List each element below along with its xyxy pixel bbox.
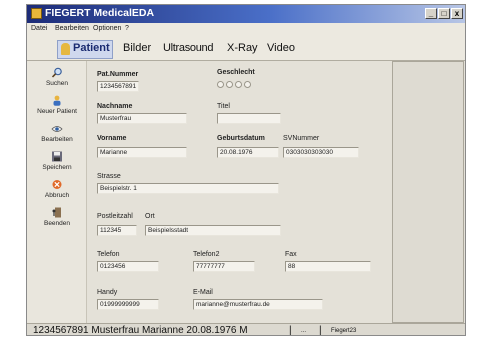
magnifier-icon xyxy=(51,67,62,78)
save-disk-icon xyxy=(52,151,62,162)
vorname-field[interactable]: Marianne xyxy=(97,147,187,158)
sidebar-item-abbruch[interactable]: Abbruch xyxy=(27,179,87,199)
gender-radio-3[interactable] xyxy=(235,81,242,88)
image-preview-panel xyxy=(392,61,464,323)
sidebar-item-bearbeiten[interactable]: Bearbeiten xyxy=(27,123,87,143)
patient-person-icon xyxy=(61,43,70,55)
status-separator-1: | xyxy=(289,325,292,336)
geschlecht-label: Geschlecht xyxy=(217,69,255,76)
sidebar-label-speichern: Speichern xyxy=(42,164,72,171)
strasse-field[interactable]: Beispielstr. 1 xyxy=(97,183,279,194)
gender-radio-4[interactable] xyxy=(244,81,251,88)
menu-datei[interactable]: Datei xyxy=(31,25,47,32)
sidebar-label-bearbeiten: Bearbeiten xyxy=(41,136,73,143)
status-bar: 1234567891 Musterfrau Marianne 20.08.197… xyxy=(27,323,465,336)
sidebar-label-abbruch: Abbruch xyxy=(44,192,70,199)
email-field[interactable]: marianne@musterfrau.de xyxy=(193,299,323,310)
new-patient-icon xyxy=(53,95,61,106)
sidebar-label-neuer-patient: Neuer Patient xyxy=(37,108,77,115)
menu-help[interactable]: ? xyxy=(125,25,129,32)
handy-label: Handy xyxy=(97,289,118,296)
gender-radio-1[interactable] xyxy=(217,81,224,88)
titel-label: Titel xyxy=(217,103,230,110)
menu-bar: Datei Bearbeiten Optionen ? xyxy=(27,23,465,37)
maximize-button[interactable]: □ xyxy=(438,8,450,19)
tab-x-ray[interactable]: X-Ray xyxy=(227,42,258,54)
sidebar-label-suchen: Suchen xyxy=(45,80,69,87)
sidebar-item-neuer-patient[interactable]: Neuer Patient xyxy=(27,95,87,115)
sidebar-label-beenden: Beenden xyxy=(43,220,71,227)
tab-bilder[interactable]: Bilder xyxy=(123,42,151,54)
nachname-label: Nachname xyxy=(97,103,133,110)
vorname-label: Vorname xyxy=(97,135,127,142)
postleitzahl-label: Postleitzahl xyxy=(97,213,133,220)
tab-patient[interactable]: Patient xyxy=(73,42,110,54)
minimize-button[interactable]: _ xyxy=(425,8,437,19)
email-label: E-Mail xyxy=(193,289,213,296)
pat-nummer-label: Pat.Nummer xyxy=(97,71,139,78)
tab-ultrasound[interactable]: Ultrasound xyxy=(163,42,214,54)
status-middle: ... xyxy=(301,328,307,334)
exit-icon xyxy=(52,207,61,218)
cancel-icon xyxy=(52,180,62,189)
telefon2-label: Telefon2 xyxy=(193,251,220,258)
title-bar[interactable]: FIEGERT MedicalEDA _ □ x xyxy=(27,5,465,23)
telefon2-field[interactable]: 77777777 xyxy=(193,261,255,272)
tab-bar: Patient Bilder Ultrasound X-Ray Video xyxy=(27,37,465,61)
pat-nummer-field[interactable]: 1234567891 xyxy=(97,81,139,92)
patient-form: Pat.Nummer 1234567891 Geschlecht Nachnam… xyxy=(89,61,389,323)
postleitzahl-field[interactable]: 112345 xyxy=(97,225,137,236)
handy-field[interactable]: 01999999999 xyxy=(97,299,159,310)
strasse-label: Strasse xyxy=(97,173,121,180)
ort-field[interactable]: Beispielsstadt xyxy=(145,225,281,236)
geburtsdatum-field[interactable]: 20.08.1976 xyxy=(217,147,279,158)
edit-icon xyxy=(51,126,63,132)
status-patient-summary: 1234567891 Musterfrau Marianne 20.08.197… xyxy=(33,325,248,336)
tab-video[interactable]: Video xyxy=(267,42,295,54)
sidebar: Suchen Neuer Patient Bearbeiten Speicher… xyxy=(27,61,87,323)
status-user: Fiegert23 xyxy=(331,328,357,334)
menu-optionen[interactable]: Optionen xyxy=(93,25,121,32)
sv-nummer-field[interactable]: 0303030303030 xyxy=(283,147,359,158)
status-separator-2: | xyxy=(319,325,322,336)
telefon-field[interactable]: 0123456 xyxy=(97,261,159,272)
app-window: FIEGERT MedicalEDA _ □ x Datei Bearbeite… xyxy=(26,4,466,336)
menu-bearbeiten[interactable]: Bearbeiten xyxy=(55,25,89,32)
titel-field[interactable] xyxy=(217,113,281,124)
sidebar-item-beenden[interactable]: Beenden xyxy=(27,207,87,227)
window-title: FIEGERT MedicalEDA xyxy=(45,7,155,19)
sv-nummer-label: SVNummer xyxy=(283,135,320,142)
sidebar-item-speichern[interactable]: Speichern xyxy=(27,151,87,171)
nachname-field[interactable]: Musterfrau xyxy=(97,113,187,124)
fax-label: Fax xyxy=(285,251,297,258)
telefon-label: Telefon xyxy=(97,251,120,258)
ort-label: Ort xyxy=(145,213,155,220)
app-logo-icon xyxy=(31,8,42,19)
close-button[interactable]: x xyxy=(451,8,463,19)
fax-field[interactable]: 88 xyxy=(285,261,371,272)
sidebar-item-suchen[interactable]: Suchen xyxy=(27,67,87,87)
gender-radio-2[interactable] xyxy=(226,81,233,88)
geburtsdatum-label: Geburtsdatum xyxy=(217,135,265,142)
